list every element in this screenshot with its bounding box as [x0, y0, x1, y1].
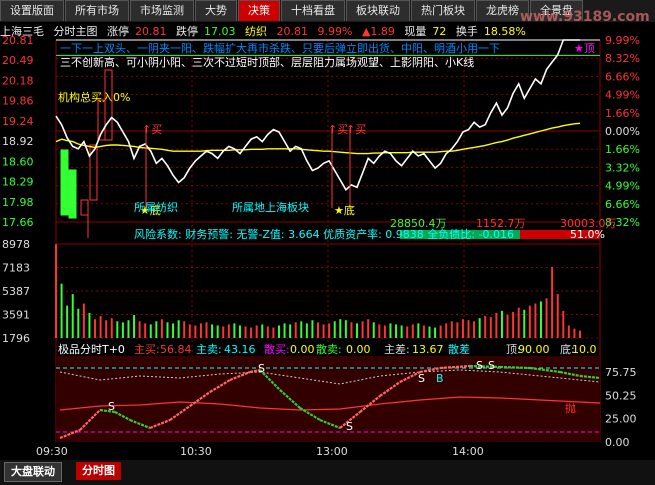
- price-right-tick: 6.66%: [605, 198, 640, 211]
- time-tick: 13:00: [316, 445, 348, 458]
- top-marker: ★顶: [574, 42, 595, 55]
- indicator-header-item: 0.00: [290, 343, 315, 356]
- early-candle: [68, 169, 77, 219]
- indicator-header-item: 90.00: [518, 343, 550, 356]
- indicator-header-item: 56.84: [160, 343, 192, 356]
- price-right-tick: 1.66%: [605, 143, 640, 156]
- indicator-header-item: 散差: [448, 342, 470, 356]
- marquee-line-1: 一下一上双头、一阴夹一阳、跌幅扩大再市杀跌、只要后弹立即出货、中阳、明酒小用一下: [60, 41, 500, 55]
- buy-signal-label: ↑买: [142, 123, 162, 136]
- indicator-s-mark: S: [418, 372, 425, 385]
- price-right-tick: 3.32%: [605, 161, 640, 174]
- risk-text: 风险系数: 财务预警: 无警-Z值: 3.664 优质资产率: 0.9838 全…: [134, 227, 514, 241]
- indicator-tick: 50.25: [605, 389, 637, 402]
- price-left-tick: 18.60: [2, 155, 34, 168]
- sector-label-2: 所属地上海板块: [232, 200, 309, 214]
- indicator-s-mark: S: [488, 359, 495, 372]
- early-candle: [80, 199, 89, 216]
- early-candle: [60, 149, 69, 216]
- inst-label: 机构总买入0%: [58, 90, 130, 104]
- price-right-tick: 4.99%: [605, 180, 640, 193]
- indicator-header-item: 0.00: [346, 343, 371, 356]
- indicator-sell-mark: 抛: [565, 401, 576, 415]
- volume-tick: 5387: [2, 285, 30, 298]
- chart-canvas: 20.81 20.49 20.18 19.86 19.24 18.92 18.60 18.29…: [2, 34, 640, 458]
- price-right-tick: 6.66%: [605, 70, 640, 83]
- indicator-header-item: 13.67: [412, 343, 444, 356]
- indicator-header-item: 散卖:: [316, 342, 342, 356]
- risk-pct: 51.0%: [570, 228, 605, 241]
- indicator-tick: 0.00: [605, 436, 630, 449]
- price-right-tick: 4.99%: [605, 89, 640, 102]
- early-candle: [104, 69, 113, 141]
- indicator-s-mark: S: [258, 362, 265, 375]
- indicator-header-item: 主差:: [384, 342, 410, 356]
- indicator-tick: 75.75: [605, 366, 637, 379]
- indicator-b-mark: B: [436, 372, 444, 385]
- low-marker-2: ★底: [334, 203, 355, 217]
- indicator-header-item: 极品分时T+0: [58, 342, 125, 356]
- price-right-tick: 8.32%: [605, 52, 640, 65]
- volume-tick: 8978: [2, 238, 30, 251]
- volume-tick: 1796: [2, 332, 30, 345]
- volume-tick: 7183: [2, 262, 30, 275]
- price-left-tick: 17.98: [2, 196, 34, 209]
- price-left-tick: 20.18: [2, 74, 34, 87]
- indicator-header-item: 主卖:: [196, 343, 222, 356]
- sector-label-1: 所属纺织: [134, 200, 178, 214]
- indicator-header-item: 10.0: [572, 343, 597, 356]
- tab-market-linkage[interactable]: 大盘联动: [4, 462, 62, 482]
- marquee-line-2: 三不创新高、可小阴小阳、三次不过短时顶部、层层阻力属场观望、上影阴阳、小K线: [60, 55, 474, 69]
- price-right-tick: 0.00%: [605, 125, 640, 138]
- indicator-header-item: 主买:: [134, 343, 160, 356]
- price-left-tick: 20.49: [2, 54, 34, 67]
- price-right-tick: 1.66%: [605, 107, 640, 120]
- price-right-tick: 9.99%: [605, 34, 640, 47]
- indicator-s-mark: S: [346, 420, 353, 433]
- price-left-tick: 19.24: [2, 115, 34, 128]
- volume-tick: 3591: [2, 309, 30, 322]
- indicator-tick: 25.00: [605, 413, 637, 426]
- price-left-tick: 18.92: [2, 135, 34, 148]
- indicator-s-mark: S: [108, 400, 115, 413]
- buy-signal-label: ↑买: [346, 123, 366, 136]
- price-left-tick: 19.86: [2, 95, 34, 108]
- bottom-tab-bar: 大盘联动 分时图: [0, 460, 655, 485]
- time-tick: 10:30: [180, 445, 212, 458]
- time-tick: 09:30: [36, 445, 68, 458]
- time-tick: 14:00: [452, 445, 484, 458]
- indicator-header-item: 散买:: [264, 342, 290, 356]
- price-left-tick: 20.81: [2, 34, 34, 47]
- price-left-tick: 17.66: [2, 216, 34, 229]
- tab-intraday[interactable]: 分时图: [76, 462, 121, 480]
- indicator-header-item: 43.16: [224, 343, 256, 356]
- indicator-s-mark: S: [476, 359, 483, 372]
- price-left-tick: 18.29: [2, 176, 34, 189]
